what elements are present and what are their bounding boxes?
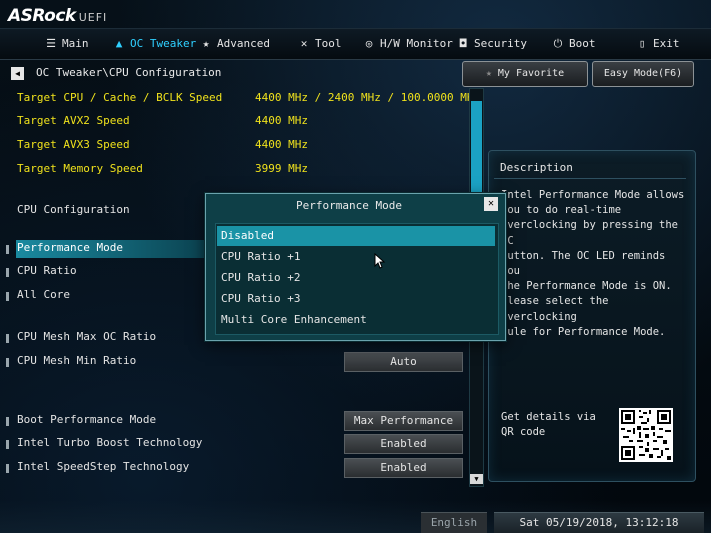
my-favorite-label: My Favorite xyxy=(497,68,565,79)
menu-security-label: Security xyxy=(474,37,527,50)
menu-boot-label: Boot xyxy=(569,37,596,50)
close-icon[interactable]: ✕ xyxy=(484,197,498,211)
menu-exit[interactable]: ▯ Exit xyxy=(635,35,680,53)
menu-oc-tweaker[interactable]: ▲ OC Tweaker xyxy=(112,35,197,53)
asrock-logo: ASRock UEFI xyxy=(8,6,107,26)
menu-hw-monitor[interactable]: ◎ H/W Monitor xyxy=(362,35,453,53)
row-marker xyxy=(6,440,9,449)
menu-hw-monitor-label: H/W Monitor xyxy=(380,37,453,50)
boot-performance-mode-value[interactable]: Max Performance xyxy=(344,411,463,431)
target-avx2-label: Target AVX2 Speed xyxy=(17,114,130,127)
target-cpu-label: Target CPU / Cache / BCLK Speed xyxy=(17,91,223,104)
menu-advanced-label: Advanced xyxy=(217,37,270,50)
menu-boot[interactable]: ⏻ Boot xyxy=(551,35,596,53)
option-cpu-ratio-plus-3[interactable]: CPU Ratio +3 xyxy=(217,289,495,309)
row-marker xyxy=(6,292,9,301)
tools-icon: ✕ xyxy=(300,37,308,50)
brand-name: ASRock xyxy=(8,6,76,26)
setting-cpu-mesh-min-ratio[interactable]: CPU Mesh Min Ratio xyxy=(17,354,136,367)
star-icon: ★ xyxy=(202,37,210,50)
setting-performance-mode[interactable]: Performance Mode xyxy=(17,241,123,254)
row-marker xyxy=(6,268,9,277)
performance-mode-dialog: Performance Mode ✕ Disabled CPU Ratio +1… xyxy=(205,193,506,341)
menu-security[interactable]: ◘ Security xyxy=(456,35,527,53)
my-favorite-button[interactable]: ★ My Favorite xyxy=(462,61,588,87)
option-disabled[interactable]: Disabled xyxy=(217,226,495,246)
target-avx3-label: Target AVX3 Speed xyxy=(17,138,130,151)
setting-intel-speedstep[interactable]: Intel SpeedStep Technology xyxy=(17,460,189,473)
row-marker xyxy=(6,245,9,254)
row-marker xyxy=(6,464,9,473)
option-multi-core-enhancement[interactable]: Multi Core Enhancement xyxy=(217,310,495,330)
menu-advanced[interactable]: ★ Advanced xyxy=(199,35,270,53)
language-button[interactable]: English xyxy=(421,512,487,533)
section-title: CPU Configuration xyxy=(17,203,130,216)
list-icon: ☰ xyxy=(46,37,56,50)
setting-intel-turbo-boost[interactable]: Intel Turbo Boost Technology xyxy=(17,436,202,449)
brand-suffix: UEFI xyxy=(78,11,108,24)
menu-tool-label: Tool xyxy=(315,37,342,50)
row-marker xyxy=(6,417,9,426)
target-memory-label: Target Memory Speed xyxy=(17,162,143,175)
menu-tool[interactable]: ✕ Tool xyxy=(297,35,342,53)
setting-cpu-mesh-max-oc-ratio[interactable]: CPU Mesh Max OC Ratio xyxy=(17,330,156,343)
target-avx2-value: 4400 MHz xyxy=(255,114,308,127)
description-divider xyxy=(494,178,686,179)
dialog-title: Performance Mode xyxy=(296,199,402,212)
option-cpu-ratio-plus-2[interactable]: CPU Ratio +2 xyxy=(217,268,495,288)
back-arrow-icon[interactable]: ◀ xyxy=(11,67,24,80)
easy-mode-button[interactable]: Easy Mode(F6) xyxy=(592,61,694,87)
easy-mode-label: Easy Mode(F6) xyxy=(603,68,683,79)
description-text: Intel Performance Mode allows you to do … xyxy=(501,189,685,338)
favorite-star-icon: ★ xyxy=(485,68,492,79)
row-marker xyxy=(6,334,9,343)
menu-main-label: Main xyxy=(62,37,89,50)
target-memory-value: 3999 MHz xyxy=(255,162,308,175)
rocket-icon: ▲ xyxy=(115,37,123,50)
shield-icon: ◘ xyxy=(459,37,467,50)
description-title: Description xyxy=(500,161,573,174)
qr-caption: Get details via QR code xyxy=(501,411,596,438)
mouse-cursor-icon xyxy=(374,253,386,269)
setting-cpu-ratio[interactable]: CPU Ratio xyxy=(17,264,77,277)
globe-icon: ◎ xyxy=(365,37,373,50)
target-cpu-value: 4400 MHz / 2400 MHz / 100.0000 MHz xyxy=(255,91,481,104)
breadcrumb: OC Tweaker\CPU Configuration xyxy=(36,66,222,79)
qr-code-icon xyxy=(619,408,673,462)
power-icon: ⏻ xyxy=(553,37,563,50)
dialog-option-list: Disabled CPU Ratio +1 CPU Ratio +2 CPU R… xyxy=(215,223,499,335)
menu-main[interactable]: ☰ Main xyxy=(44,35,89,53)
menu-oc-tweaker-label: OC Tweaker xyxy=(130,37,197,50)
scroll-down-arrow-icon[interactable]: ▼ xyxy=(470,474,483,484)
cpu-mesh-min-ratio-value[interactable]: Auto xyxy=(344,352,463,372)
target-avx3-value: 4400 MHz xyxy=(255,138,308,151)
setting-all-core[interactable]: All Core xyxy=(17,288,70,301)
setting-boot-performance-mode[interactable]: Boot Performance Mode xyxy=(17,413,156,426)
datetime-display: Sat 05/19/2018, 13:12:18 xyxy=(494,512,704,533)
option-cpu-ratio-plus-1[interactable]: CPU Ratio +1 xyxy=(217,247,495,267)
intel-speedstep-value[interactable]: Enabled xyxy=(344,458,463,478)
intel-turbo-boost-value[interactable]: Enabled xyxy=(344,434,463,454)
exit-door-icon: ▯ xyxy=(638,37,646,50)
top-menu-bar: ☰ Main ▲ OC Tweaker ★ Advanced ✕ Tool ◎ H/W M… xyxy=(0,28,711,60)
row-marker xyxy=(6,358,9,367)
menu-exit-label: Exit xyxy=(653,37,680,50)
